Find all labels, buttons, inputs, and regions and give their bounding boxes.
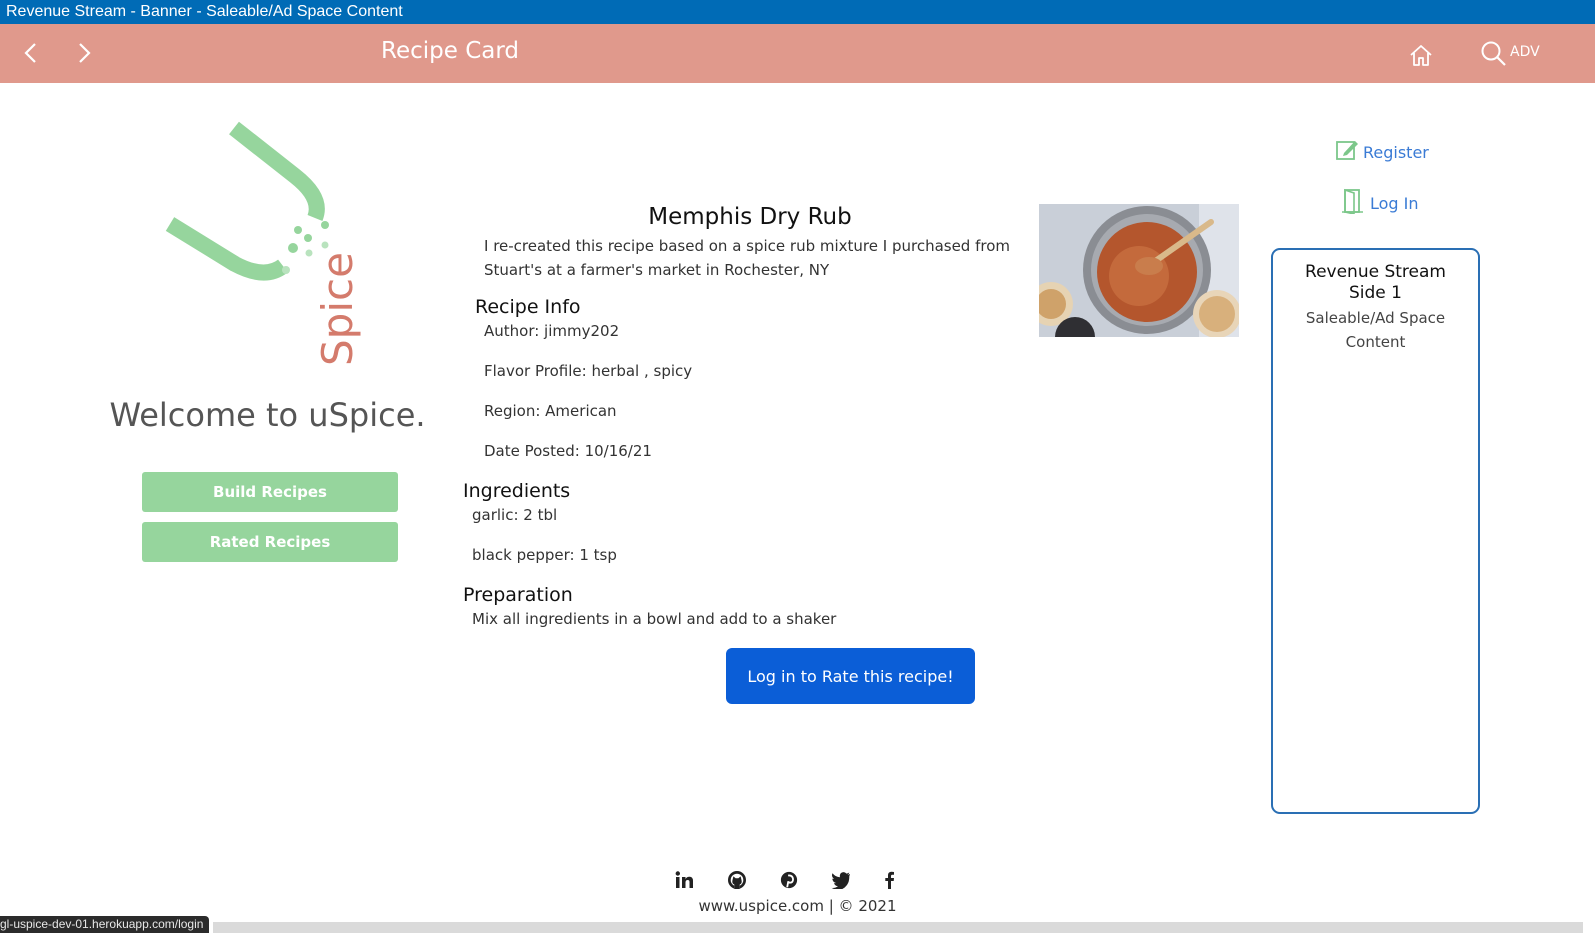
status-bar-url: gl-uspice-dev-01.herokuapp.com/login: [0, 916, 210, 933]
ad-subtitle: Saleable/Ad Space Content: [1305, 309, 1446, 351]
build-recipes-button[interactable]: Build Recipes: [142, 472, 398, 512]
revenue-banner: Revenue Stream - Banner - Saleable/Ad Sp…: [0, 0, 1595, 24]
recipe-info-heading: Recipe Info: [475, 296, 581, 318]
door-icon: [1342, 188, 1363, 214]
uspice-logo: Spice: [165, 121, 362, 366]
footer-copyright: www.uspice.com | © 2021: [698, 897, 897, 915]
home-icon[interactable]: [1408, 42, 1434, 68]
welcome-heading: Welcome to uSpice.: [109, 396, 426, 434]
search-button[interactable]: ADV: [1480, 40, 1540, 70]
top-navbar: Recipe Card ADV: [0, 24, 1595, 83]
register-link[interactable]: Register: [1335, 137, 1429, 162]
ad-space-side: Revenue Stream Side 1 Saleable/Ad Space …: [1271, 248, 1480, 814]
register-label: Register: [1363, 143, 1429, 162]
page-title: Recipe Card: [381, 38, 519, 64]
recipe-description: I re-created this recipe based on a spic…: [484, 237, 1011, 279]
rate-recipe-button[interactable]: Log in to Rate this recipe!: [726, 648, 975, 704]
preparation-heading: Preparation: [463, 584, 573, 606]
github-icon[interactable]: [727, 870, 755, 890]
pinterest-icon[interactable]: [779, 870, 807, 890]
rated-recipes-button[interactable]: Rated Recipes: [142, 522, 398, 562]
login-link[interactable]: Log In: [1342, 188, 1419, 214]
twitter-icon[interactable]: [831, 870, 859, 890]
chevron-left-icon[interactable]: [18, 40, 44, 66]
login-label: Log In: [1370, 193, 1419, 213]
recipe-flavor: Flavor Profile: herbal , spicy: [484, 362, 693, 380]
ingredients-heading: Ingredients: [463, 480, 571, 502]
ingredient-item: garlic: 2 tbl: [472, 506, 558, 524]
chevron-right-icon[interactable]: [71, 40, 97, 66]
ingredient-item: black pepper: 1 tsp: [472, 546, 617, 564]
recipe-author: Author: jimmy202: [484, 322, 620, 340]
horizontal-scrollbar[interactable]: [213, 922, 1583, 933]
recipe-title: Memphis Dry Rub: [648, 204, 852, 230]
recipe-region: Region: American: [484, 402, 617, 420]
edit-icon: [1336, 140, 1358, 160]
linkedin-icon[interactable]: [675, 870, 703, 890]
ad-title: Revenue Stream Side 1: [1305, 262, 1446, 303]
search-icon: [1481, 41, 1506, 66]
social-links: [675, 870, 911, 890]
search-label: ADV: [1510, 44, 1540, 60]
logo-text: Spice: [313, 252, 362, 366]
facebook-icon[interactable]: [883, 870, 911, 890]
recipe-image: [1039, 204, 1239, 337]
recipe-date: Date Posted: 10/16/21: [484, 442, 652, 460]
preparation-text: Mix all ingredients in a bowl and add to…: [472, 610, 837, 628]
